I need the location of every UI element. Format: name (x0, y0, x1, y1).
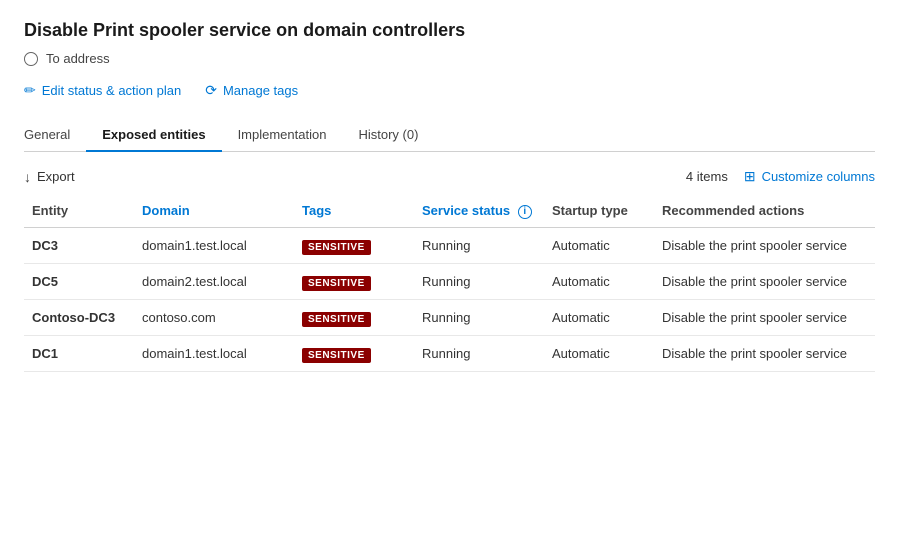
export-button[interactable]: ↓ Export (24, 169, 75, 185)
table-row: DC5domain2.test.local SENSITIVE RunningAut… (24, 263, 875, 299)
toolbar-row: ↓ Export 4 items ⊞ Customize columns (24, 168, 875, 185)
cell-tags: SENSITIVE (294, 263, 414, 299)
status-label: To address (46, 51, 110, 66)
cell-tags: SENSITIVE (294, 335, 414, 371)
col-header-recommended-actions: Recommended actions (654, 197, 875, 227)
service-status-info-icon[interactable]: i (518, 205, 532, 219)
export-label: Export (37, 169, 75, 184)
col-header-tags[interactable]: Tags (294, 197, 414, 227)
col-header-service-status[interactable]: Service status i (414, 197, 544, 227)
cell-startup-type: Automatic (544, 227, 654, 263)
sensitive-badge: SENSITIVE (302, 312, 371, 327)
cell-tags: SENSITIVE (294, 227, 414, 263)
cell-tags: SENSITIVE (294, 299, 414, 335)
columns-icon: ⊞ (744, 168, 756, 185)
sensitive-badge: SENSITIVE (302, 348, 371, 363)
sensitive-badge: SENSITIVE (302, 276, 371, 291)
cell-service-status: Running (414, 263, 544, 299)
customize-columns-label: Customize columns (762, 169, 875, 184)
cell-service-status: Running (414, 299, 544, 335)
col-header-entity: Entity (24, 197, 134, 227)
customize-columns-button[interactable]: ⊞ Customize columns (744, 168, 875, 185)
cell-entity: DC3 (24, 227, 134, 263)
cell-domain: domain1.test.local (134, 335, 294, 371)
cell-entity: Contoso-DC3 (24, 299, 134, 335)
tab-general[interactable]: General (24, 119, 86, 152)
table-row: DC3domain1.test.local SENSITIVE RunningAut… (24, 227, 875, 263)
table-row: DC1domain1.test.local SENSITIVE RunningAut… (24, 335, 875, 371)
cell-recommended-actions: Disable the print spooler service (654, 263, 875, 299)
tab-history[interactable]: History (0) (342, 119, 434, 152)
table-header-row: Entity Domain Tags Service status i Star… (24, 197, 875, 227)
status-row: To address (24, 51, 875, 66)
tabs-row: General Exposed entities Implementation … (24, 119, 875, 152)
items-count: 4 items (686, 169, 728, 184)
cell-domain: domain2.test.local (134, 263, 294, 299)
tag-icon: ⟳ (205, 82, 217, 99)
status-circle-icon (24, 52, 38, 66)
col-header-startup-type: Startup type (544, 197, 654, 227)
col-header-domain[interactable]: Domain (134, 197, 294, 227)
cell-entity: DC1 (24, 335, 134, 371)
sensitive-badge: SENSITIVE (302, 240, 371, 255)
cell-service-status: Running (414, 335, 544, 371)
edit-status-label: Edit status & action plan (42, 83, 181, 98)
page-title: Disable Print spooler service on domain … (24, 20, 875, 41)
cell-startup-type: Automatic (544, 299, 654, 335)
cell-entity: DC5 (24, 263, 134, 299)
entities-table: Entity Domain Tags Service status i Star… (24, 197, 875, 372)
cell-recommended-actions: Disable the print spooler service (654, 335, 875, 371)
cell-recommended-actions: Disable the print spooler service (654, 227, 875, 263)
cell-service-status: Running (414, 227, 544, 263)
tab-implementation[interactable]: Implementation (222, 119, 343, 152)
right-toolbar: 4 items ⊞ Customize columns (686, 168, 875, 185)
cell-domain: domain1.test.local (134, 227, 294, 263)
cell-startup-type: Automatic (544, 263, 654, 299)
table-row: Contoso-DC3contoso.com SENSITIVE RunningAu… (24, 299, 875, 335)
edit-status-link[interactable]: ✏ Edit status & action plan (24, 82, 181, 99)
manage-tags-link[interactable]: ⟳ Manage tags (205, 82, 298, 99)
actions-row: ✏ Edit status & action plan ⟳ Manage tag… (24, 82, 875, 99)
cell-startup-type: Automatic (544, 335, 654, 371)
cell-recommended-actions: Disable the print spooler service (654, 299, 875, 335)
export-icon: ↓ (24, 169, 31, 185)
cell-domain: contoso.com (134, 299, 294, 335)
manage-tags-label: Manage tags (223, 83, 298, 98)
tab-exposed-entities[interactable]: Exposed entities (86, 119, 221, 152)
edit-icon: ✏ (24, 82, 36, 99)
